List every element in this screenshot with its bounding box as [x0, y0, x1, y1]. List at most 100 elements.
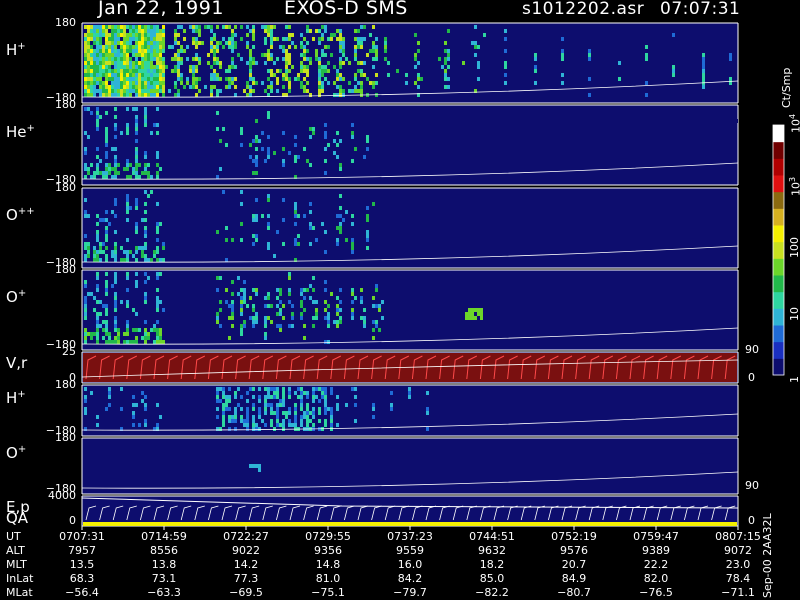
heat-cell	[153, 37, 156, 41]
heat-cell	[114, 69, 117, 73]
heat-cell	[156, 258, 159, 262]
heat-cell	[231, 61, 234, 65]
heat-cell	[114, 65, 117, 69]
ephemeris-value: 9022	[232, 544, 260, 557]
heat-cell	[261, 81, 264, 85]
heat-cell	[84, 234, 87, 238]
heat-cell	[153, 340, 156, 344]
heat-cell	[90, 49, 93, 53]
heat-cell	[444, 77, 447, 81]
heat-cell	[246, 304, 249, 308]
heat-cell	[360, 81, 363, 85]
heat-cell	[111, 77, 114, 81]
heat-cell	[126, 324, 129, 328]
heat-cell	[255, 312, 258, 316]
heat-cell	[189, 85, 192, 89]
heat-cell	[324, 77, 327, 81]
heat-cell	[270, 407, 273, 411]
heat-cell	[147, 93, 150, 97]
heat-cell	[183, 37, 186, 41]
heat-cell	[354, 395, 357, 399]
heat-cell	[702, 57, 705, 61]
heat-cell	[126, 167, 129, 171]
heat-cell	[120, 258, 123, 262]
heat-cell	[405, 81, 408, 85]
heat-cell	[375, 53, 378, 57]
heat-cell	[240, 415, 243, 419]
heat-cell	[318, 41, 321, 45]
heat-cell	[249, 53, 252, 57]
heat-cell	[252, 37, 255, 41]
heat-cell	[306, 395, 309, 399]
heat-cell	[495, 292, 498, 296]
colorbar-tick: 104	[788, 113, 800, 133]
heat-cell	[213, 53, 216, 57]
heat-cell	[123, 49, 126, 53]
heat-cell	[285, 61, 288, 65]
heat-cell	[102, 242, 105, 246]
heat-cell	[462, 258, 465, 262]
heat-cell	[243, 89, 246, 93]
heat-cell	[216, 427, 219, 431]
heat-cell	[702, 69, 705, 73]
heat-cell	[561, 57, 564, 61]
heat-cell	[303, 77, 306, 81]
heat-cell	[117, 171, 120, 175]
heat-cell	[375, 284, 378, 288]
heat-cell	[84, 163, 87, 167]
heat-cell	[303, 391, 306, 395]
heat-cell	[240, 57, 243, 61]
heat-cell	[105, 163, 108, 167]
heat-cell	[90, 292, 93, 296]
heat-cell	[303, 308, 306, 312]
heat-cell	[150, 37, 153, 41]
heat-cell	[114, 57, 117, 61]
heat-cell	[300, 312, 303, 316]
heat-cell	[468, 316, 471, 320]
heat-cell	[114, 41, 117, 45]
heat-cell	[285, 53, 288, 57]
heat-cell	[234, 415, 237, 419]
heat-cell	[93, 37, 96, 41]
heat-cell	[312, 37, 315, 41]
heat-cell	[93, 175, 96, 179]
heat-cell	[96, 320, 99, 324]
heat-cell	[588, 93, 591, 97]
heat-cell	[144, 119, 147, 123]
heat-cell	[339, 320, 342, 324]
heat-cell	[141, 250, 144, 254]
heat-cell	[186, 77, 189, 81]
heat-cell	[282, 45, 285, 49]
heat-cell	[84, 93, 87, 97]
heat-cell	[105, 332, 108, 336]
heat-cell	[276, 69, 279, 73]
heat-cell	[243, 419, 246, 423]
heat-cell	[105, 29, 108, 33]
heat-cell	[192, 29, 195, 33]
heat-cell	[105, 280, 108, 284]
heat-cell	[159, 336, 162, 340]
heat-cell	[156, 77, 159, 81]
heat-cell	[246, 81, 249, 85]
heat-cell	[132, 415, 135, 419]
heat-cell	[123, 33, 126, 37]
heat-cell	[87, 214, 90, 218]
heat-cell	[141, 41, 144, 45]
heat-cell	[135, 37, 138, 41]
ephemeris-value: 7957	[68, 544, 96, 557]
heat-cell	[300, 423, 303, 427]
ephemeris-value: 20.7	[561, 558, 587, 571]
heat-cell	[270, 419, 273, 423]
heat-cell	[105, 320, 108, 324]
heat-cell	[474, 45, 477, 49]
heat-cell	[372, 403, 375, 407]
heat-cell	[348, 89, 351, 93]
heat-cell	[177, 33, 180, 37]
heat-cell	[336, 77, 339, 81]
heat-cell	[339, 222, 342, 226]
heat-cell	[288, 77, 291, 81]
heat-cell	[396, 69, 399, 73]
heat-cell	[360, 288, 363, 292]
heat-cell	[93, 41, 96, 45]
heat-cell	[255, 163, 258, 167]
